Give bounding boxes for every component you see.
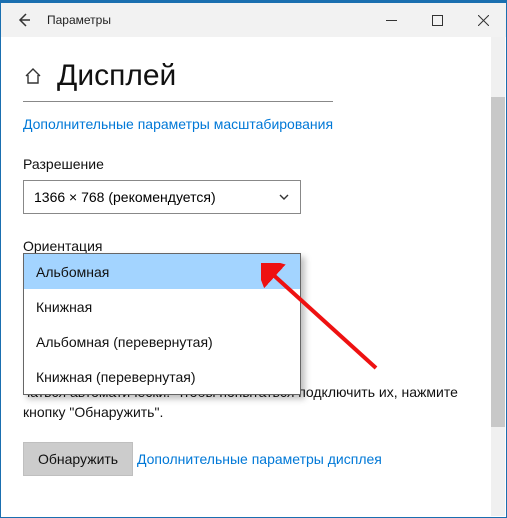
- arrow-left-icon: [16, 12, 32, 28]
- orientation-label: Ориентация: [23, 238, 484, 254]
- orientation-option[interactable]: Книжная: [24, 289, 300, 324]
- maximize-icon: [432, 15, 443, 26]
- scroll-thumb[interactable]: [491, 97, 505, 427]
- titlebar: Параметры: [1, 3, 506, 37]
- maximize-button[interactable]: [414, 3, 460, 37]
- window-title: Параметры: [47, 13, 111, 27]
- orientation-option[interactable]: Альбомная (перевернутая): [24, 324, 300, 359]
- close-button[interactable]: [460, 3, 506, 37]
- divider: [23, 101, 333, 102]
- detect-button[interactable]: Обнаружить: [23, 442, 133, 476]
- minimize-icon: [386, 15, 397, 26]
- minimize-button[interactable]: [368, 3, 414, 37]
- resolution-value: 1366 × 768 (рекомендуется): [34, 189, 216, 205]
- orientation-option[interactable]: Книжная (перевернутая): [24, 359, 300, 394]
- scale-advanced-link[interactable]: Дополнительные параметры масштабирования: [23, 116, 333, 132]
- orientation-option[interactable]: Альбомная: [24, 254, 300, 289]
- back-button[interactable]: [1, 3, 47, 37]
- chevron-down-icon: [278, 191, 290, 203]
- resolution-label: Разрешение: [23, 156, 484, 172]
- page-title: Дисплей: [57, 59, 176, 93]
- scrollbar[interactable]: [491, 37, 505, 516]
- page-header: Дисплей: [23, 59, 484, 93]
- display-advanced-link[interactable]: Дополнительные параметры дисплея: [137, 451, 382, 467]
- resolution-select[interactable]: 1366 × 768 (рекомендуется): [23, 180, 301, 214]
- close-icon: [478, 15, 489, 26]
- home-icon[interactable]: [23, 66, 43, 86]
- orientation-dropdown[interactable]: Альбомная Книжная Альбомная (перевернута…: [23, 253, 301, 395]
- window-controls: [368, 3, 506, 37]
